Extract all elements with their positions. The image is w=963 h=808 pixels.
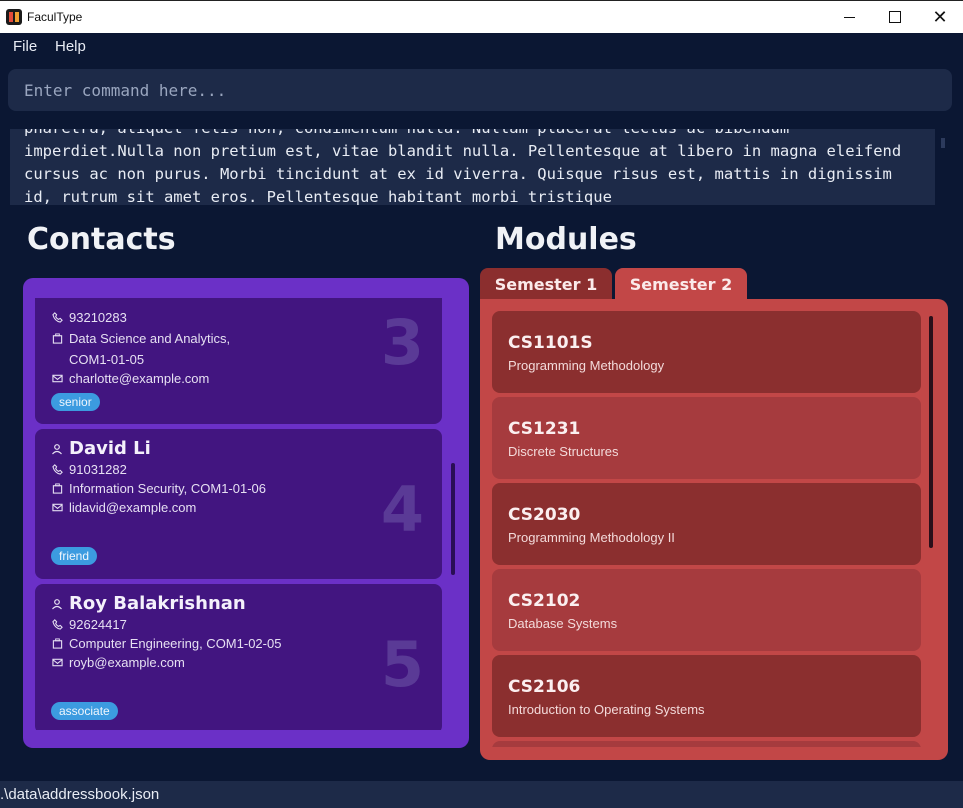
module-code: CS2102: [508, 591, 581, 611]
contact-card[interactable]: 4 David Li 91031282 Information Security…: [35, 429, 442, 579]
module-name: Database Systems: [508, 616, 618, 631]
contact-index: 4: [380, 473, 424, 546]
minimize-button[interactable]: [826, 1, 872, 33]
contact-name: David Li: [69, 438, 151, 459]
mail-icon: [51, 657, 63, 669]
contact-office: Information Security, COM1-01-06: [69, 481, 266, 496]
phone-icon: [51, 312, 63, 324]
building-icon: [51, 638, 63, 650]
contact-tag: senior: [51, 393, 100, 411]
contacts-title: Contacts: [27, 222, 176, 257]
modules-scrollbar[interactable]: [929, 316, 933, 548]
module-code: CS2106: [508, 677, 581, 697]
module-code: CS1231: [508, 419, 581, 439]
result-text: pharetra, aliquet felis non, condimentum…: [24, 129, 902, 205]
tab-semester-2[interactable]: Semester 2: [615, 268, 747, 300]
contact-phone: 91031282: [69, 462, 127, 477]
contact-phone-row: 91031282: [51, 462, 127, 477]
modules-list[interactable]: CS1101S Programming Methodology CS1231 D…: [492, 311, 921, 747]
contact-phone: 92624417: [69, 617, 127, 632]
status-bar: .\data\addressbook.json: [0, 781, 963, 808]
tab-semester-1[interactable]: Semester 1: [480, 268, 612, 300]
menu-help[interactable]: Help: [55, 38, 86, 55]
module-name: Discrete Structures: [508, 444, 619, 459]
contact-phone-row: 92624417: [51, 617, 127, 632]
module-code: CS2030: [508, 505, 581, 525]
contact-email: royb@example.com: [69, 655, 185, 670]
module-card[interactable]: CS2106 Introduction to Operating Systems: [492, 655, 921, 737]
app-logo-icon: [6, 9, 22, 25]
contact-office: Data Science and Analytics,: [69, 331, 231, 346]
module-name: Introduction to Operating Systems: [508, 702, 705, 717]
module-card-partial[interactable]: [492, 741, 921, 747]
command-box: [8, 69, 952, 111]
module-name: Programming Methodology: [508, 358, 665, 373]
contacts-panel: 3 93210283 Data Science and Analytics, C…: [23, 278, 469, 748]
contacts-scrollbar[interactable]: [451, 463, 455, 575]
command-input[interactable]: [8, 69, 952, 111]
mail-icon: [51, 502, 63, 514]
person-icon: [52, 444, 62, 455]
contact-email: lidavid@example.com: [69, 500, 197, 515]
module-code: CS1101S: [508, 333, 593, 353]
contact-tag: associate: [51, 702, 118, 720]
result-display[interactable]: pharetra, aliquet felis non, condimentum…: [10, 129, 935, 205]
module-card[interactable]: CS1101S Programming Methodology: [492, 311, 921, 393]
menu-file[interactable]: File: [13, 38, 37, 55]
title-bar: FaculType ✕: [0, 0, 963, 33]
contact-office-row: Data Science and Analytics,: [51, 331, 230, 346]
maximize-button[interactable]: [872, 1, 918, 33]
contact-card[interactable]: 3 93210283 Data Science and Analytics, C…: [35, 298, 442, 424]
building-icon: [51, 333, 63, 345]
contact-office-row-2: COM1-01-05: [69, 352, 144, 367]
menu-bar: File Help: [0, 33, 963, 61]
modules-panel: CS1101S Programming Methodology CS1231 D…: [480, 299, 948, 760]
phone-icon: [51, 619, 63, 631]
contact-office-row: Computer Engineering, COM1-02-05: [51, 636, 281, 651]
modules-title: Modules: [495, 222, 637, 257]
contact-office-2: COM1-01-05: [69, 352, 145, 367]
contact-phone-row: 93210283: [51, 310, 127, 325]
person-icon: [52, 599, 62, 610]
contact-card[interactable]: 5 Roy Balakrishnan 92624417 Computer Eng…: [35, 584, 442, 730]
contact-email-row: royb@example.com: [51, 655, 185, 670]
module-card[interactable]: CS2030 Programming Methodology II: [492, 483, 921, 565]
close-button[interactable]: ✕: [917, 1, 963, 33]
save-file-path: .\data\addressbook.json: [0, 786, 160, 803]
contact-tag: friend: [51, 547, 98, 565]
contact-phone: 93210283: [69, 310, 127, 325]
contact-office-row: Information Security, COM1-01-06: [51, 481, 266, 496]
window-title: FaculType: [27, 10, 83, 24]
module-card[interactable]: CS2102 Database Systems: [492, 569, 921, 651]
result-scrollbar[interactable]: [941, 138, 945, 148]
contact-index: 3: [380, 306, 424, 379]
contact-email: charlotte@example.com: [69, 371, 210, 386]
contact-email-row: charlotte@example.com: [51, 371, 209, 386]
module-name: Programming Methodology II: [508, 530, 675, 545]
contact-office: Computer Engineering, COM1-02-05: [69, 636, 282, 651]
contact-name: Roy Balakrishnan: [69, 593, 246, 614]
mail-icon: [51, 373, 63, 385]
module-card[interactable]: CS1231 Discrete Structures: [492, 397, 921, 479]
building-icon: [51, 483, 63, 495]
contact-index: 5: [380, 628, 424, 701]
phone-icon: [51, 464, 63, 476]
contacts-list[interactable]: 3 93210283 Data Science and Analytics, C…: [35, 298, 442, 730]
contact-email-row: lidavid@example.com: [51, 500, 196, 515]
